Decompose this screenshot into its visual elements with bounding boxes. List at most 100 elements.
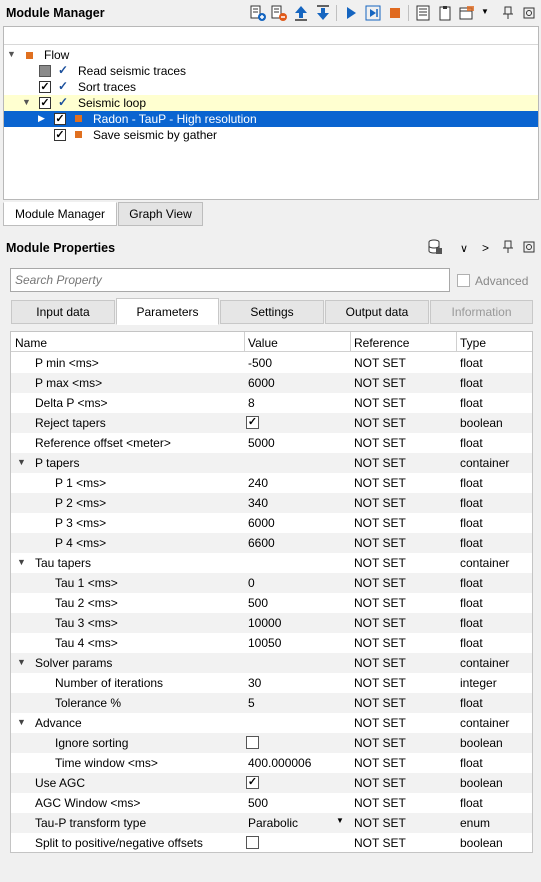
tree-item-flow[interactable]: ▼ Flow <box>4 47 538 63</box>
property-reference[interactable]: NOT SET <box>354 356 406 370</box>
tab-graph-view[interactable]: Graph View <box>118 202 203 226</box>
table-row[interactable]: Reject tapers ✓ NOT SET boolean <box>11 413 532 433</box>
table-row[interactable]: Tau 2 <ms> 500 NOT SET float <box>11 593 532 613</box>
property-reference[interactable]: NOT SET <box>354 556 406 570</box>
property-value[interactable]: 10000 <box>248 616 281 630</box>
property-value[interactable]: 0 <box>248 576 255 590</box>
property-value[interactable]: 5 <box>248 696 255 710</box>
table-row[interactable]: Delta P <ms> 8 NOT SET float <box>11 393 532 413</box>
table-row[interactable]: P 4 <ms> 6600 NOT SET float <box>11 533 532 553</box>
pin-icon[interactable] <box>499 238 517 256</box>
table-row[interactable]: Tau 4 <ms> 10050 NOT SET float <box>11 633 532 653</box>
column-header-value[interactable]: Value <box>248 336 278 350</box>
add-module-icon[interactable] <box>249 4 267 22</box>
tree-item-radon-taup[interactable]: ▶ ✓ Radon - TauP - High resolution <box>4 111 538 127</box>
column-divider[interactable] <box>244 332 245 352</box>
run-step-icon[interactable] <box>364 4 382 22</box>
property-value[interactable]: 240 <box>248 476 268 490</box>
property-reference[interactable]: NOT SET <box>354 636 406 650</box>
property-reference[interactable]: NOT SET <box>354 416 406 430</box>
database-icon[interactable] <box>426 238 444 256</box>
property-reference[interactable]: NOT SET <box>354 516 406 530</box>
property-reference[interactable]: NOT SET <box>354 716 406 730</box>
move-up-icon[interactable] <box>292 4 310 22</box>
property-reference[interactable]: NOT SET <box>354 496 406 510</box>
window-menu-icon[interactable] <box>458 4 476 22</box>
module-disabled-checkbox[interactable] <box>39 65 51 77</box>
module-enabled-checkbox[interactable]: ✓ <box>39 81 51 93</box>
table-row[interactable]: Tau-P transform type Parabolic ▼ NOT SET enu… <box>11 813 532 833</box>
property-value-checkbox[interactable]: ✓ <box>246 776 259 789</box>
property-reference[interactable]: NOT SET <box>354 836 406 850</box>
move-down-icon[interactable] <box>314 4 332 22</box>
tab-settings[interactable]: Settings <box>220 300 324 324</box>
table-row[interactable]: ▼ P tapers NOT SET container <box>11 453 532 473</box>
property-value[interactable]: 400.000006 <box>248 756 311 770</box>
table-row[interactable]: Split to positive/negative offsets NOT SE… <box>11 833 532 853</box>
table-row[interactable]: ▼ Tau tapers NOT SET container <box>11 553 532 573</box>
tab-parameters[interactable]: Parameters <box>116 298 219 325</box>
tab-output-data[interactable]: Output data <box>325 300 429 324</box>
property-value-checkbox[interactable] <box>246 736 259 749</box>
property-reference[interactable]: NOT SET <box>354 596 406 610</box>
property-value-checkbox[interactable]: ✓ <box>246 416 259 429</box>
property-value[interactable]: 500 <box>248 596 268 610</box>
column-divider[interactable] <box>350 332 351 352</box>
table-row[interactable]: Tau 1 <ms> 0 NOT SET float <box>11 573 532 593</box>
property-reference[interactable]: NOT SET <box>354 776 406 790</box>
run-icon[interactable] <box>342 4 360 22</box>
table-row[interactable]: P 1 <ms> 240 NOT SET float <box>11 473 532 493</box>
tab-module-manager[interactable]: Module Manager <box>3 202 117 226</box>
property-reference[interactable]: NOT SET <box>354 396 406 410</box>
property-reference[interactable]: NOT SET <box>354 576 406 590</box>
tree-item-save-seismic[interactable]: ✓ Save seismic by gather <box>4 127 538 143</box>
expand-arrow-icon[interactable]: ▼ <box>22 97 31 107</box>
expand-arrow-icon[interactable]: ▼ <box>17 457 26 467</box>
table-row[interactable]: P 3 <ms> 6000 NOT SET float <box>11 513 532 533</box>
expand-arrow-icon[interactable]: ▼ <box>17 657 26 667</box>
property-reference[interactable]: NOT SET <box>354 616 406 630</box>
column-divider[interactable] <box>456 332 457 352</box>
clipboard-icon[interactable] <box>436 4 454 22</box>
property-value[interactable]: 6600 <box>248 536 275 550</box>
tab-information[interactable]: Information <box>430 300 533 324</box>
property-value[interactable]: -500 <box>248 356 272 370</box>
property-value[interactable]: 6000 <box>248 376 275 390</box>
advanced-checkbox[interactable] <box>457 274 470 287</box>
property-reference[interactable]: NOT SET <box>354 796 406 810</box>
table-row[interactable]: Time window <ms> 400.000006 NOT SET float <box>11 753 532 773</box>
tab-input-data[interactable]: Input data <box>11 300 115 324</box>
property-value[interactable]: 30 <box>248 676 261 690</box>
pin-icon[interactable] <box>499 4 517 22</box>
tree-item-sort-traces[interactable]: ✓ ✓ Sort traces <box>4 79 538 95</box>
float-window-icon[interactable] <box>520 4 538 22</box>
property-value[interactable]: 6000 <box>248 516 275 530</box>
remove-module-icon[interactable] <box>270 4 288 22</box>
property-value[interactable]: 10050 <box>248 636 281 650</box>
property-value[interactable]: 500 <box>248 796 268 810</box>
module-enabled-checkbox[interactable]: ✓ <box>54 113 66 125</box>
table-row[interactable]: AGC Window <ms> 500 NOT SET float <box>11 793 532 813</box>
module-enabled-checkbox[interactable]: ✓ <box>39 97 51 109</box>
property-reference[interactable]: NOT SET <box>354 736 406 750</box>
table-row[interactable]: P max <ms> 6000 NOT SET float <box>11 373 532 393</box>
property-reference[interactable]: NOT SET <box>354 456 406 470</box>
table-row[interactable]: P min <ms> -500 NOT SET float <box>11 353 532 373</box>
module-enabled-checkbox[interactable]: ✓ <box>54 129 66 141</box>
property-value[interactable]: 340 <box>248 496 268 510</box>
log-icon[interactable] <box>414 4 432 22</box>
dropdown-arrow-icon[interactable]: ▼ <box>336 816 344 825</box>
property-value-checkbox[interactable] <box>246 836 259 849</box>
column-header-type[interactable]: Type <box>460 336 486 350</box>
tree-item-seismic-loop[interactable]: ▼ ✓ ✓ Seismic loop <box>4 95 538 111</box>
table-row[interactable]: ▼ Solver params NOT SET container <box>11 653 532 673</box>
table-row[interactable]: Tau 3 <ms> 10000 NOT SET float <box>11 613 532 633</box>
column-header-name[interactable]: Name <box>15 336 47 350</box>
property-reference[interactable]: NOT SET <box>354 656 406 670</box>
property-reference[interactable]: NOT SET <box>354 756 406 770</box>
property-value[interactable]: 5000 <box>248 436 275 450</box>
property-reference[interactable]: NOT SET <box>354 476 406 490</box>
table-row[interactable]: Ignore sorting NOT SET boolean <box>11 733 532 753</box>
table-row[interactable]: P 2 <ms> 340 NOT SET float <box>11 493 532 513</box>
property-reference[interactable]: NOT SET <box>354 376 406 390</box>
